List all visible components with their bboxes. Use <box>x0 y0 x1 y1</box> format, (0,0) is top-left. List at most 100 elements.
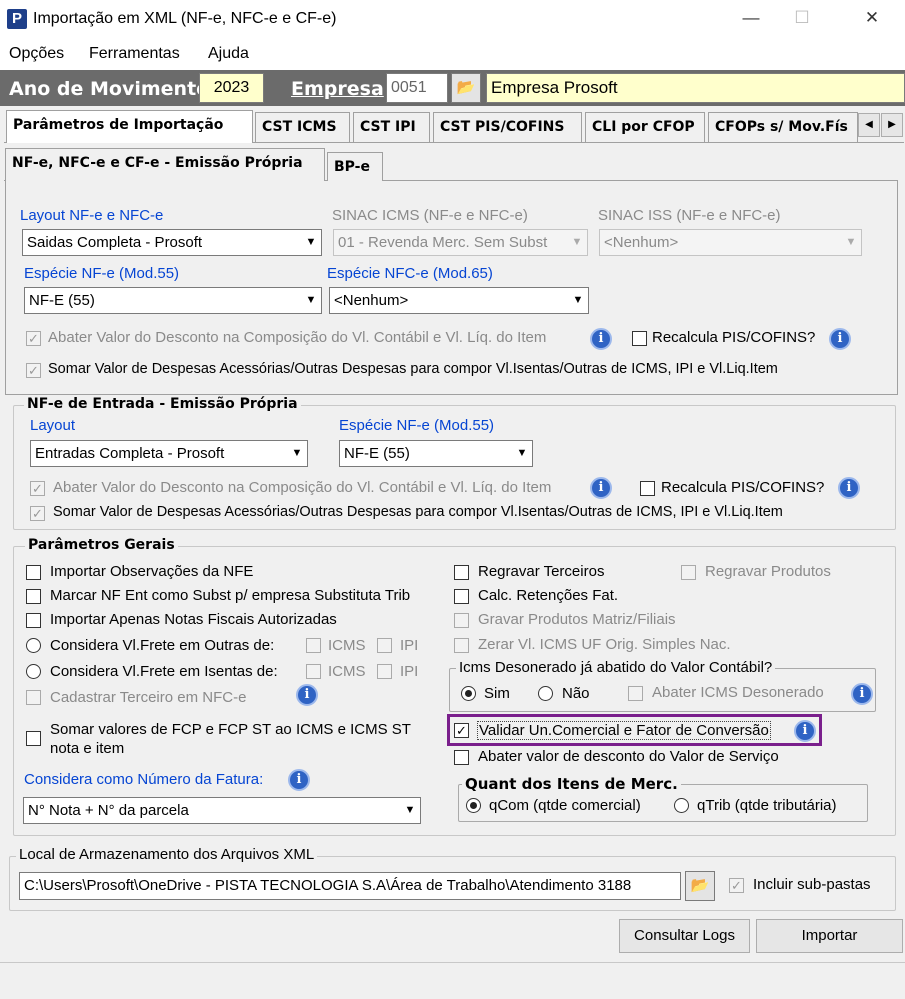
recalcula-pis-checkbox[interactable] <box>632 331 647 346</box>
entrada-layout-label: Layout <box>30 417 76 434</box>
tab-cli-por-cfop[interactable]: CLI por CFOP <box>585 112 705 142</box>
empresa-code-input[interactable]: 0051 <box>386 73 448 103</box>
gravar-produtos-checkbox <box>454 613 469 628</box>
entrada-layout-select[interactable]: Entradas Completa - Prosoft ▼ <box>30 440 308 467</box>
especie-nfce-label: Espécie NFC-e (Mod.65) <box>327 265 493 282</box>
folder-open-icon[interactable]: 📂 <box>685 871 715 901</box>
cadastrar-terceiro-label: Cadastrar Terceiro em NFC-e <box>50 689 247 706</box>
importar-button[interactable]: Importar <box>756 919 903 953</box>
subtab-bpe[interactable]: BP-e <box>327 152 383 181</box>
menu-opcoes[interactable]: Opções <box>9 45 64 63</box>
sinac-iss-select: <Nenhum> ▼ <box>599 229 862 256</box>
frete-outras-radio[interactable] <box>26 638 41 653</box>
layout-nfe-select[interactable]: Saidas Completa - Prosoft ▼ <box>22 229 322 256</box>
gravar-produtos-label: Gravar Produtos Matriz/Filiais <box>478 611 676 628</box>
validar-label: Validar Un.Comercial e Fator de Conversã… <box>477 721 771 740</box>
minimize-button[interactable]: — <box>741 8 761 28</box>
ano-input[interactable]: 2023 <box>199 73 264 103</box>
chevron-down-icon: ▼ <box>305 236 317 248</box>
somar-despesas-checkbox: ✓ <box>26 363 41 378</box>
frete-outras-icms-checkbox <box>306 638 321 653</box>
qcom-radio[interactable] <box>466 798 481 813</box>
importar-obs-checkbox[interactable] <box>26 565 41 580</box>
desonerado-nao-label: Não <box>562 685 590 702</box>
close-button[interactable]: ✕ <box>862 8 882 28</box>
especie-nfce-select[interactable]: <Nenhum> ▼ <box>329 287 589 314</box>
entrada-somar-checkbox: ✓ <box>30 506 45 521</box>
qtrib-radio[interactable] <box>674 798 689 813</box>
tab-cfops-mov-fis[interactable]: CFOPs s/ Mov.Fís <box>708 112 858 142</box>
frete-isentas-radio[interactable] <box>26 664 41 679</box>
tab-scroll-left-icon[interactable]: ◀ <box>858 113 880 137</box>
frete-outras-ipi-label: IPI <box>400 637 419 654</box>
empresa-name-field: Empresa Prosoft <box>486 73 905 103</box>
especie-nfe-select[interactable]: NF-E (55) ▼ <box>24 287 322 314</box>
calc-retencoes-checkbox[interactable] <box>454 589 469 604</box>
abater-servico-label: Abater valor de desconto do Valor de Ser… <box>478 748 779 765</box>
entrada-recalcula-label: Recalcula PIS/COFINS? <box>661 479 825 496</box>
regravar-terceiros-checkbox[interactable] <box>454 565 469 580</box>
somar-fcp-checkbox[interactable] <box>26 731 41 746</box>
tab-scroll-right-icon[interactable]: ▶ <box>881 113 903 137</box>
local-path-input[interactable]: C:\Users\Prosoft\OneDrive - PISTA TECNOL… <box>19 872 681 900</box>
chevron-down-icon: ▼ <box>305 294 317 306</box>
frete-isentas-icms-checkbox <box>306 664 321 679</box>
chevron-down-icon: ▼ <box>571 236 583 248</box>
marcar-nf-label: Marcar NF Ent como Subst p/ empresa Subs… <box>50 587 411 604</box>
consultar-logs-button[interactable]: Consultar Logs <box>619 919 750 953</box>
somar-fcp-label: Somar valores de FCP e FCP ST ao ICMS e … <box>50 721 411 757</box>
menu-ajuda[interactable]: Ajuda <box>208 45 249 63</box>
folder-open-icon[interactable]: 📂 <box>451 73 481 103</box>
info-icon[interactable]: i <box>851 683 873 705</box>
chevron-down-icon: ▼ <box>291 447 303 459</box>
info-icon[interactable]: i <box>590 477 612 499</box>
chevron-down-icon: ▼ <box>572 294 584 306</box>
regravar-produtos-label: Regravar Produtos <box>705 563 831 580</box>
qtrib-label: qTrib (qtde tributária) <box>697 797 837 814</box>
desonerado-sim-radio[interactable] <box>461 686 476 701</box>
info-icon[interactable]: i <box>288 769 310 791</box>
importar-apenas-checkbox[interactable] <box>26 613 41 628</box>
local-title: Local de Armazenamento dos Arquivos XML <box>16 846 318 863</box>
zerar-icms-checkbox <box>454 638 469 653</box>
tab-cst-icms[interactable]: CST ICMS <box>255 112 350 142</box>
tab-parametros-importacao[interactable]: Parâmetros de Importação <box>6 110 253 143</box>
desonerado-sim-label: Sim <box>484 685 510 702</box>
info-icon[interactable]: i <box>794 720 816 742</box>
marcar-nf-checkbox[interactable] <box>26 589 41 604</box>
subtab-emissao-propria[interactable]: NF-e, NFC-e e CF-e - Emissão Própria <box>5 148 325 181</box>
quant-title: Quant dos Itens de Merc. <box>462 775 681 793</box>
abater-desconto-label: Abater Valor do Desconto na Composição d… <box>48 329 547 346</box>
somar-despesas-label: Somar Valor de Despesas Acessórias/Outra… <box>48 361 778 377</box>
sinac-icms-label: SINAC ICMS (NF-e e NFC-e) <box>332 207 528 224</box>
recalcula-pis-label: Recalcula PIS/COFINS? <box>652 329 816 346</box>
info-icon[interactable]: i <box>829 328 851 350</box>
abater-desconto-checkbox: ✓ <box>26 331 41 346</box>
gerais-title: Parâmetros Gerais <box>25 537 178 553</box>
entrada-especie-select[interactable]: NF-E (55) ▼ <box>339 440 533 467</box>
info-icon[interactable]: i <box>590 328 612 350</box>
validar-checkbox[interactable]: ✓ <box>454 723 469 738</box>
entrada-recalcula-checkbox[interactable] <box>640 481 655 496</box>
abater-servico-checkbox[interactable] <box>454 750 469 765</box>
num-fatura-select[interactable]: N° Nota + N° da parcela ▼ <box>23 797 421 824</box>
entrada-title: NF-e de Entrada - Emissão Própria <box>24 396 301 412</box>
tab-cst-ipi[interactable]: CST IPI <box>353 112 430 142</box>
tab-cst-pis-cofins[interactable]: CST PIS/COFINS <box>433 112 582 142</box>
info-icon[interactable]: i <box>838 477 860 499</box>
frete-outras-ipi-checkbox <box>377 638 392 653</box>
info-icon[interactable]: i <box>296 684 318 706</box>
status-bar-divider <box>0 962 905 963</box>
num-fatura-label: Considera como Número da Fatura: <box>24 771 264 788</box>
especie-nfe-label: Espécie NF-e (Mod.55) <box>24 265 180 282</box>
chevron-down-icon: ▼ <box>516 447 528 459</box>
maximize-button[interactable]: ☐ <box>792 8 812 28</box>
entrada-somar-label: Somar Valor de Despesas Acessórias/Outra… <box>53 504 783 520</box>
chevron-down-icon: ▼ <box>404 804 416 816</box>
menu-ferramentas[interactable]: Ferramentas <box>89 45 180 63</box>
desonerado-nao-radio[interactable] <box>538 686 553 701</box>
entrada-abater-label: Abater Valor do Desconto na Composição d… <box>53 479 552 496</box>
incluir-subpastas-label: Incluir sub-pastas <box>753 876 871 893</box>
zerar-icms-label: Zerar Vl. ICMS UF Orig. Simples Nac. <box>478 636 731 653</box>
entrada-especie-label: Espécie NF-e (Mod.55) <box>339 417 495 434</box>
